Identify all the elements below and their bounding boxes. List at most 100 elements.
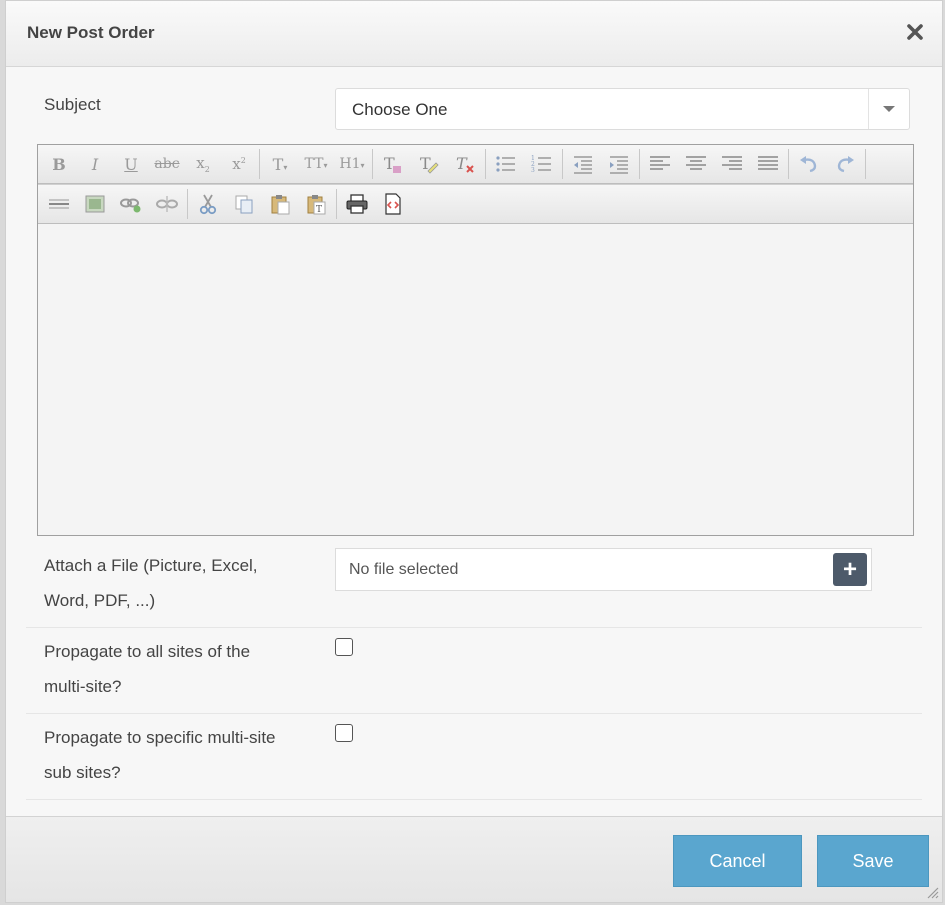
propagate-all-label-line-2: multi-site? bbox=[44, 677, 122, 696]
remove-link-button[interactable] bbox=[150, 189, 184, 219]
propagate-all-label: Propagate to all sites of the multi-site… bbox=[44, 634, 250, 704]
close-icon[interactable] bbox=[904, 21, 926, 43]
source-code-button[interactable] bbox=[376, 189, 410, 219]
source-code-icon bbox=[385, 193, 401, 215]
align-justify-icon bbox=[758, 156, 778, 170]
cancel-button[interactable]: Cancel bbox=[673, 835, 802, 887]
align-left-button[interactable] bbox=[643, 149, 677, 179]
undo-button[interactable] bbox=[792, 149, 826, 179]
paste-text-button[interactable]: T bbox=[299, 189, 333, 219]
subscript-icon: x2 bbox=[196, 154, 210, 174]
toolbar-separator bbox=[485, 149, 486, 179]
resize-grip-icon[interactable] bbox=[925, 885, 939, 899]
heading-button[interactable]: H1▾ bbox=[335, 149, 369, 179]
font-size-icon: TT▾ bbox=[304, 156, 328, 172]
toolbar-separator bbox=[259, 149, 260, 179]
attach-file-label-line-1: Attach a File (Picture, Excel, bbox=[44, 556, 258, 575]
numbered-list-button[interactable]: 123 bbox=[525, 149, 559, 179]
outdent-button[interactable] bbox=[566, 149, 600, 179]
bullet-list-icon bbox=[496, 156, 515, 172]
horizontal-rule-button[interactable] bbox=[42, 189, 76, 219]
italic-icon: I bbox=[91, 154, 99, 174]
editor-content-area[interactable] bbox=[38, 225, 913, 535]
clear-format-icon: T bbox=[456, 154, 474, 173]
toolbar-separator bbox=[639, 149, 640, 179]
font-size-button[interactable]: TT▾ bbox=[299, 149, 333, 179]
link-icon bbox=[120, 198, 141, 213]
copy-button[interactable] bbox=[227, 189, 261, 219]
image-icon bbox=[85, 195, 105, 213]
subscript-button[interactable]: x2 bbox=[186, 149, 220, 179]
align-right-icon bbox=[722, 156, 742, 170]
propagate-specific-label-line-2: sub sites? bbox=[44, 763, 121, 782]
strikethrough-button[interactable]: abc bbox=[150, 149, 184, 179]
bullet-list-button[interactable] bbox=[489, 149, 523, 179]
unlink-icon bbox=[156, 196, 178, 212]
divider bbox=[26, 713, 922, 714]
file-input-placeholder: No file selected bbox=[349, 561, 459, 578]
text-color-button[interactable]: T bbox=[376, 149, 410, 179]
numbered-list-icon: 123 bbox=[531, 155, 551, 174]
align-right-button[interactable] bbox=[715, 149, 749, 179]
rich-text-editor: B I U abc x2 x2 T▾ TT▾ H1▾ T T T 1 2 3 T bbox=[37, 144, 914, 536]
editor-toolbar-row-2: T bbox=[38, 184, 913, 224]
redo-button[interactable] bbox=[828, 149, 862, 179]
text-color-icon: T bbox=[384, 154, 401, 173]
indent-icon bbox=[610, 156, 628, 174]
clear-format-button[interactable]: T bbox=[448, 149, 482, 179]
cut-button[interactable] bbox=[191, 189, 225, 219]
copy-icon bbox=[235, 195, 253, 214]
underline-icon: U bbox=[124, 154, 138, 174]
align-center-icon bbox=[686, 156, 706, 170]
new-post-order-dialog: New Post Order Subject Choose One B I U … bbox=[5, 0, 943, 903]
font-name-icon: T▾ bbox=[272, 154, 288, 174]
paste-button[interactable] bbox=[263, 189, 297, 219]
chevron-down-icon bbox=[883, 106, 895, 112]
redo-icon bbox=[837, 156, 854, 173]
print-button[interactable] bbox=[340, 189, 374, 219]
plus-icon: + bbox=[842, 555, 857, 583]
attach-file-label: Attach a File (Picture, Excel, Word, PDF… bbox=[44, 548, 258, 618]
divider bbox=[26, 799, 922, 800]
file-input[interactable]: No file selected + bbox=[335, 548, 872, 591]
add-file-button[interactable]: + bbox=[833, 553, 867, 586]
align-justify-button[interactable] bbox=[751, 149, 785, 179]
printer-icon bbox=[346, 194, 368, 214]
horizontal-rule-icon bbox=[49, 199, 69, 209]
bold-button[interactable]: B bbox=[42, 149, 76, 179]
italic-button[interactable]: I bbox=[78, 149, 112, 179]
dialog-footer: Cancel Save bbox=[6, 816, 942, 902]
subject-select[interactable]: Choose One bbox=[335, 88, 910, 130]
attach-file-label-line-2: Word, PDF, ...) bbox=[44, 591, 156, 610]
toolbar-separator bbox=[336, 189, 337, 219]
propagate-specific-label-line-1: Propagate to specific multi-site bbox=[44, 728, 276, 747]
save-button[interactable]: Save bbox=[817, 835, 929, 887]
scissors-icon bbox=[199, 194, 217, 215]
toolbar-separator bbox=[788, 149, 789, 179]
toolbar-separator bbox=[372, 149, 373, 179]
font-name-button[interactable]: T▾ bbox=[263, 149, 297, 179]
dialog-titlebar: New Post Order bbox=[6, 1, 942, 67]
bold-icon: B bbox=[52, 154, 66, 174]
subject-selected-value: Choose One bbox=[352, 100, 448, 119]
svg-text:3: 3 bbox=[531, 167, 535, 174]
highlight-button[interactable]: T bbox=[412, 149, 446, 179]
subject-dropdown-toggle[interactable] bbox=[868, 89, 909, 129]
underline-button[interactable]: U bbox=[114, 149, 148, 179]
svg-text:T: T bbox=[316, 205, 322, 215]
superscript-icon: x2 bbox=[232, 155, 246, 173]
outdent-icon bbox=[574, 156, 592, 174]
propagate-all-checkbox[interactable] bbox=[335, 638, 353, 656]
toolbar-separator bbox=[187, 189, 188, 219]
paste-text-icon: T bbox=[307, 195, 326, 215]
propagate-all-label-line-1: Propagate to all sites of the bbox=[44, 642, 251, 661]
superscript-button[interactable]: x2 bbox=[222, 149, 256, 179]
strikethrough-icon: abc bbox=[154, 156, 180, 172]
indent-button[interactable] bbox=[602, 149, 636, 179]
align-center-button[interactable] bbox=[679, 149, 713, 179]
heading-icon: H1▾ bbox=[339, 156, 365, 172]
highlight-icon: T bbox=[420, 154, 439, 174]
insert-link-button[interactable] bbox=[114, 189, 148, 219]
insert-image-button[interactable] bbox=[78, 189, 112, 219]
propagate-specific-checkbox[interactable] bbox=[335, 724, 353, 742]
